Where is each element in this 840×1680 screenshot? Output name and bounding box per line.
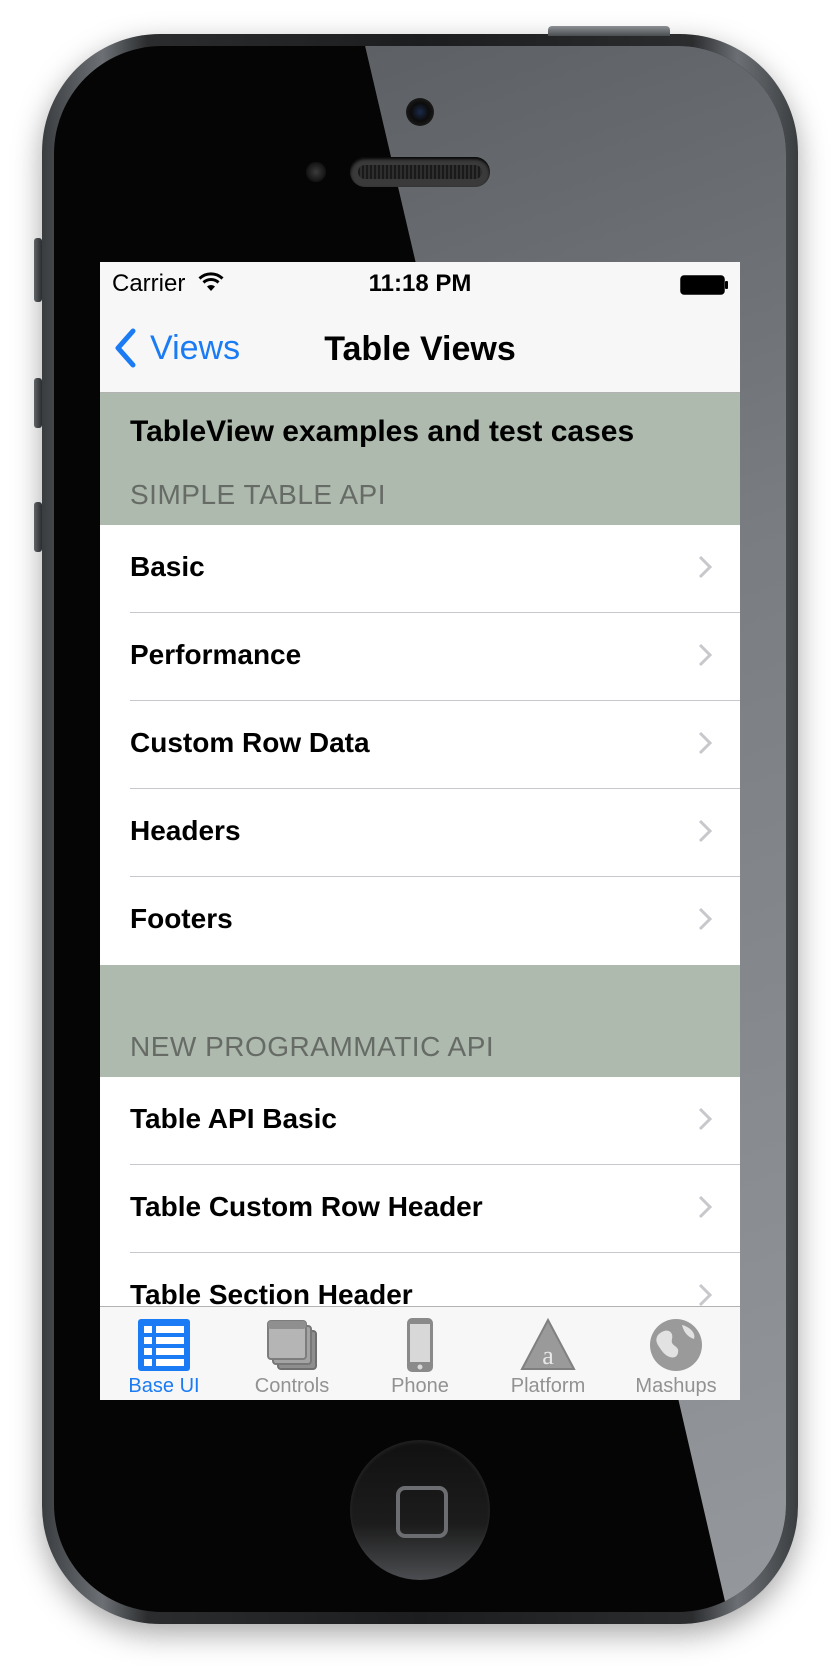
row-label: Headers — [130, 815, 241, 846]
table-row[interactable]: Custom Row Data — [100, 701, 740, 789]
table-row[interactable]: Performance — [100, 613, 740, 701]
table-view[interactable]: TableView examples and test cases SIMPLE… — [100, 393, 740, 1306]
page-title: Table Views — [324, 330, 516, 368]
status-bar: Carrier 11:18 PM — [100, 262, 740, 306]
front-camera — [406, 98, 434, 126]
chevron-right-icon — [698, 731, 712, 755]
table-row[interactable]: Basic — [100, 525, 740, 613]
tab-label: Mashups — [635, 1375, 717, 1397]
tab-platform[interactable]: a Platform — [484, 1307, 612, 1400]
section-header-title: TableView examples and test cases — [130, 415, 635, 448]
chevron-right-icon — [698, 1107, 712, 1131]
tab-controls[interactable]: Controls — [228, 1307, 356, 1400]
globe-icon — [650, 1319, 702, 1371]
power-button — [548, 26, 670, 36]
mute-switch — [34, 238, 42, 302]
row-label: Footers — [130, 903, 233, 934]
tab-mashups[interactable]: Mashups — [612, 1307, 740, 1400]
navigation-bar: Views Table Views — [100, 306, 740, 393]
earpiece-speaker — [350, 157, 490, 187]
windows-icon — [267, 1320, 317, 1370]
section-header: TableView examples and test cases SIMPLE… — [100, 393, 740, 525]
row-label: Table API Basic — [130, 1103, 337, 1134]
section-header-subtitle: NEW PROGRAMMATIC API — [130, 1031, 495, 1062]
row-label: Table Custom Row Header — [130, 1191, 483, 1222]
chevron-right-icon — [698, 1283, 712, 1306]
section-header: NEW PROGRAMMATIC API — [100, 965, 740, 1077]
table-row[interactable]: Table API Basic — [100, 1077, 740, 1165]
tab-label: Base UI — [128, 1375, 200, 1397]
row-label: Table Section Header — [130, 1279, 413, 1306]
proximity-sensor — [306, 162, 326, 182]
tab-base-ui[interactable]: Base UI — [100, 1307, 228, 1400]
chevron-right-icon — [698, 907, 712, 931]
table-row[interactable]: Footers — [100, 877, 740, 965]
list-icon — [138, 1319, 190, 1371]
chevron-right-icon — [698, 1195, 712, 1219]
section-header-subtitle: SIMPLE TABLE API — [130, 479, 386, 510]
chevron-right-icon — [698, 819, 712, 843]
row-label: Custom Row Data — [130, 727, 370, 758]
table-row[interactable]: Table Custom Row Header — [100, 1165, 740, 1253]
row-label: Basic — [130, 551, 205, 582]
tab-bar: Base UI Controls Phone a Platform Mashup… — [100, 1306, 740, 1400]
tab-label: Platform — [510, 1375, 586, 1397]
chevron-right-icon — [698, 643, 712, 667]
volume-up-button — [34, 378, 42, 428]
svg-text:a: a — [542, 1341, 554, 1370]
platform-icon: a — [520, 1317, 576, 1370]
table-row[interactable]: Table Section Header — [100, 1253, 740, 1306]
phone-icon — [407, 1318, 433, 1372]
row-label: Performance — [130, 639, 302, 670]
tab-phone[interactable]: Phone — [356, 1307, 484, 1400]
tab-label: Controls — [254, 1375, 330, 1397]
volume-down-button — [34, 502, 42, 552]
app-screen: Carrier 11:18 PM Views Table Views Table… — [100, 262, 740, 1400]
chevron-right-icon — [698, 555, 712, 579]
battery-icon — [680, 275, 728, 295]
home-button[interactable] — [350, 1440, 490, 1580]
status-time: 11:18 PM — [368, 270, 472, 297]
table-row[interactable]: Headers — [100, 789, 740, 877]
tab-label: Phone — [391, 1375, 449, 1397]
